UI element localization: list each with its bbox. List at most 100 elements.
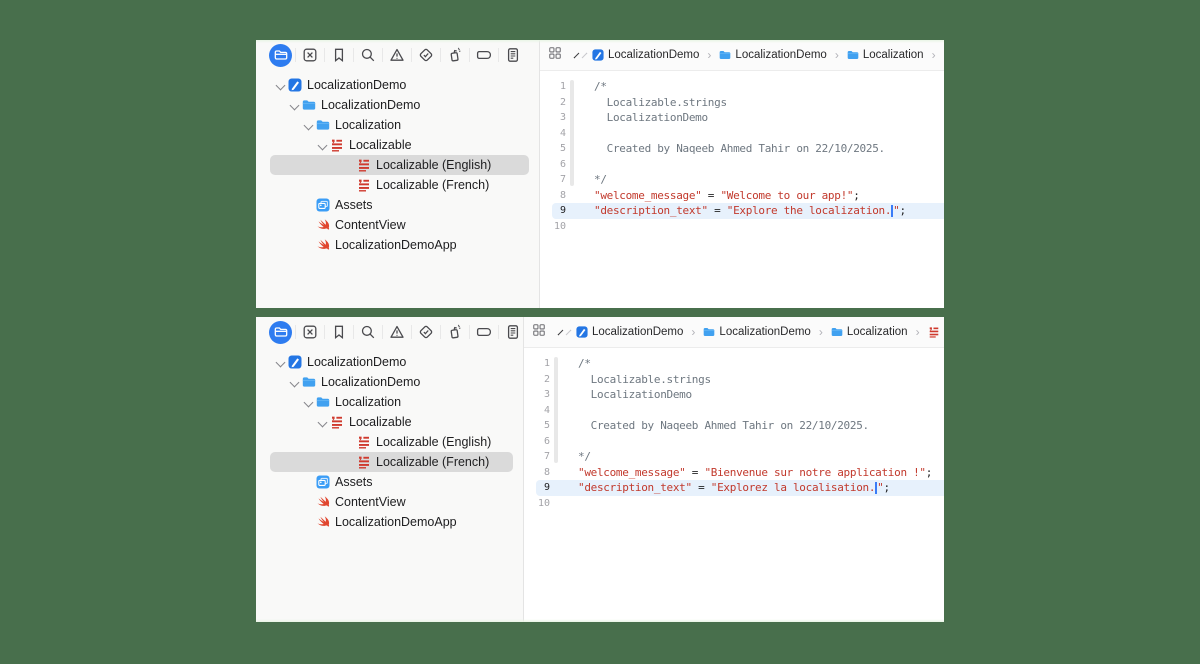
code-line[interactable]: 5 Created by Naqeeb Ahmed Tahir on 22/10… xyxy=(524,418,944,434)
tree-item-localizable-english[interactable]: Localizable (English) xyxy=(270,155,529,175)
navigator-tab-breakpoints[interactable] xyxy=(469,317,498,347)
line-number[interactable]: 4 xyxy=(540,128,566,139)
tree-item-localizable[interactable]: Localizable xyxy=(256,135,539,155)
tree-item-contentview[interactable]: ContentView xyxy=(256,492,523,512)
code-line[interactable]: 8"welcome_message" = "Bienvenue sur notr… xyxy=(524,465,944,481)
tree-item-group[interactable]: LocalizationDemo xyxy=(256,372,523,392)
code-line-current[interactable]: 9"description_text" = "Explore the local… xyxy=(540,203,944,219)
navigator-tab-debug[interactable] xyxy=(440,40,469,70)
tree-item-group[interactable]: LocalizationDemo xyxy=(256,95,539,115)
tree-item-project-root[interactable]: LocalizationDemo xyxy=(256,352,523,372)
code-line[interactable]: 2 Localizable.strings xyxy=(524,372,944,388)
chevron-down-icon[interactable] xyxy=(316,139,329,152)
line-number[interactable]: 2 xyxy=(540,97,566,108)
line-number[interactable]: 5 xyxy=(524,420,550,431)
code-line[interactable]: 10 xyxy=(540,219,944,235)
tree-item-app-file[interactable]: LocalizationDemoApp xyxy=(256,235,539,255)
line-number[interactable]: 9 xyxy=(540,205,566,216)
breadcrumb-group[interactable]: LocalizationDemo xyxy=(719,49,826,61)
chevron-down-icon[interactable] xyxy=(302,119,315,132)
line-number[interactable]: 7 xyxy=(524,451,550,462)
navigator-tab-find[interactable] xyxy=(353,317,382,347)
code-line[interactable]: 7*/ xyxy=(540,172,944,188)
code-line[interactable]: 1/* xyxy=(524,356,944,372)
line-number[interactable]: 5 xyxy=(540,143,566,154)
line-number[interactable]: 1 xyxy=(540,81,566,92)
tree-item-localization[interactable]: Localization xyxy=(256,115,539,135)
line-number[interactable]: 3 xyxy=(524,389,550,400)
code-line[interactable]: 2 Localizable.strings xyxy=(540,95,944,111)
tree-item-localization[interactable]: Localization xyxy=(256,392,523,412)
line-number[interactable]: 10 xyxy=(524,498,550,509)
xcode-window-french: LocalizationDemo LocalizationDemo Locali… xyxy=(256,317,944,622)
code-line[interactable]: 4 xyxy=(524,403,944,419)
breadcrumb-project[interactable]: LocalizationDemo xyxy=(576,326,683,338)
code-line[interactable]: 5 Created by Naqeeb Ahmed Tahir on 22/10… xyxy=(540,141,944,157)
tree-item-localizable-english[interactable]: Localizable (English) xyxy=(256,432,523,452)
code-line[interactable]: 4 xyxy=(540,126,944,142)
navigator-tab-tests[interactable] xyxy=(411,317,440,347)
navigator-tab-source-control[interactable] xyxy=(295,40,324,70)
back-button[interactable] xyxy=(574,52,580,58)
code-editor[interactable]: 1/* 2 Localizable.strings 3 Localization… xyxy=(524,348,944,622)
line-number[interactable]: 7 xyxy=(540,174,566,185)
tree-item-app-file[interactable]: LocalizationDemoApp xyxy=(256,512,523,532)
breadcrumb-folder[interactable]: Localization xyxy=(847,49,924,61)
line-number[interactable]: 8 xyxy=(540,190,566,201)
tree-item-localizable-french[interactable]: Localizable (French) xyxy=(270,452,513,472)
navigator-tab-project[interactable] xyxy=(266,317,295,347)
navigator-tab-reports[interactable] xyxy=(498,40,527,70)
chevron-down-icon[interactable] xyxy=(288,376,301,389)
line-number[interactable]: 3 xyxy=(540,112,566,123)
tree-item-project-root[interactable]: LocalizationDemo xyxy=(256,75,539,95)
code-line[interactable]: 3 LocalizationDemo xyxy=(524,387,944,403)
navigator-tab-breakpoints[interactable] xyxy=(469,40,498,70)
line-number[interactable]: 9 xyxy=(524,482,550,493)
code-line[interactable]: 3 LocalizationDemo xyxy=(540,110,944,126)
chevron-down-icon[interactable] xyxy=(302,396,315,409)
chevron-down-icon[interactable] xyxy=(274,79,287,92)
tree-item-contentview[interactable]: ContentView xyxy=(256,215,539,235)
line-number[interactable]: 8 xyxy=(524,467,550,478)
chevron-down-icon[interactable] xyxy=(316,416,329,429)
chevron-down-icon[interactable] xyxy=(274,356,287,369)
forward-button[interactable] xyxy=(566,329,572,335)
navigator-tab-project[interactable] xyxy=(266,40,295,70)
line-number[interactable]: 6 xyxy=(524,436,550,447)
code-line[interactable]: 1/* xyxy=(540,79,944,95)
tree-item-localizable[interactable]: Localizable xyxy=(256,412,523,432)
navigator-tab-debug[interactable] xyxy=(440,317,469,347)
code-line[interactable]: 6 xyxy=(524,434,944,450)
line-number[interactable]: 6 xyxy=(540,159,566,170)
code-line[interactable]: 8"welcome_message" = "Welcome to our app… xyxy=(540,188,944,204)
tree-item-assets[interactable]: Assets xyxy=(256,195,539,215)
tree-item-assets[interactable]: Assets xyxy=(256,472,523,492)
navigator-tab-source-control[interactable] xyxy=(295,317,324,347)
code-line[interactable]: 10 xyxy=(524,496,944,512)
tree-item-localizable-french[interactable]: Localizable (French) xyxy=(256,175,539,195)
navigator-tab-bookmarks[interactable] xyxy=(324,317,353,347)
line-number[interactable]: 1 xyxy=(524,358,550,369)
breadcrumb-folder[interactable]: Localization xyxy=(831,326,908,338)
chevron-down-icon[interactable] xyxy=(288,99,301,112)
code-line[interactable]: 6 xyxy=(540,157,944,173)
navigator-tab-issues[interactable] xyxy=(382,40,411,70)
navigator-tab-find[interactable] xyxy=(353,40,382,70)
code-line-current[interactable]: 9"description_text" = "Explorez la local… xyxy=(524,480,944,496)
code-line[interactable]: 7*/ xyxy=(524,449,944,465)
editor-layout-button[interactable] xyxy=(548,46,562,65)
forward-button[interactable] xyxy=(582,52,588,58)
editor-layout-button[interactable] xyxy=(532,323,546,342)
line-number[interactable]: 4 xyxy=(524,405,550,416)
navigator-tab-bookmarks[interactable] xyxy=(324,40,353,70)
breadcrumb-file[interactable]: Loc xyxy=(928,326,944,338)
navigator-tab-issues[interactable] xyxy=(382,317,411,347)
back-button[interactable] xyxy=(558,329,564,335)
line-number[interactable]: 10 xyxy=(540,221,566,232)
line-number[interactable]: 2 xyxy=(524,374,550,385)
breadcrumb-group[interactable]: LocalizationDemo xyxy=(703,326,810,338)
navigator-tab-reports[interactable] xyxy=(498,317,527,347)
navigator-tab-tests[interactable] xyxy=(411,40,440,70)
code-editor[interactable]: 1/* 2 Localizable.strings 3 Localization… xyxy=(540,71,944,308)
breadcrumb-project[interactable]: LocalizationDemo xyxy=(592,49,699,61)
